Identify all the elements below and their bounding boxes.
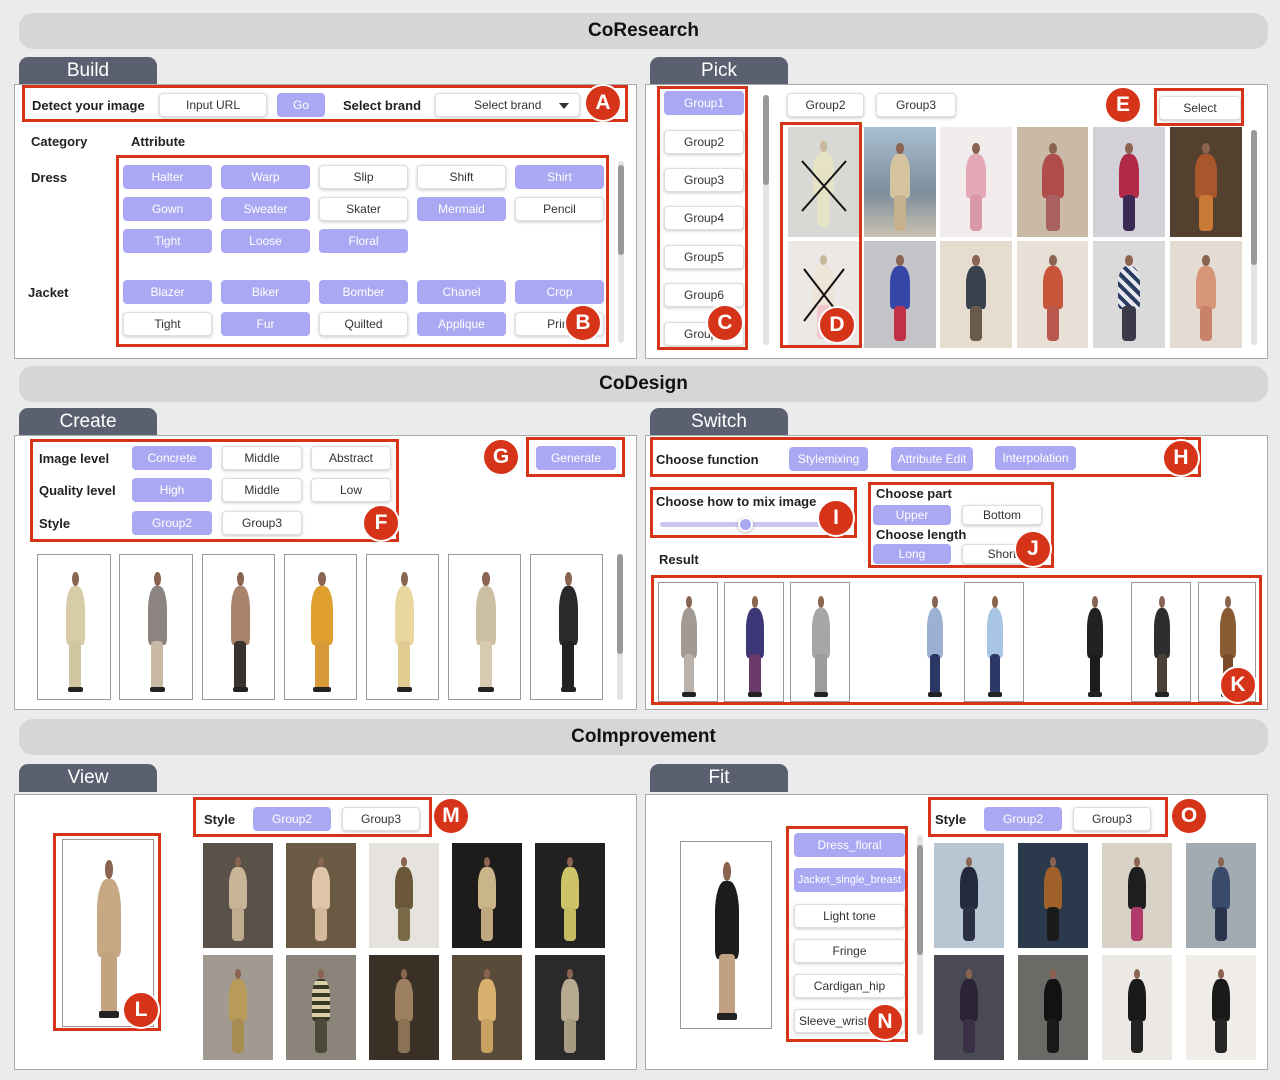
fit-result-6[interactable] (1018, 955, 1088, 1060)
annotation-box-h (650, 437, 1201, 477)
badge-n: N (866, 1003, 904, 1041)
pick-image-9[interactable] (940, 241, 1012, 348)
badge-b: B (564, 304, 602, 342)
generated-image-7[interactable] (530, 554, 603, 700)
generated-image-5[interactable] (366, 554, 439, 700)
view-result-3[interactable] (369, 843, 439, 948)
annotation-box-m (193, 797, 432, 837)
badge-a: A (584, 84, 622, 122)
view-result-7[interactable] (286, 955, 356, 1060)
badge-k: K (1219, 666, 1257, 704)
view-result-1[interactable] (203, 843, 273, 948)
coresearch-banner: CoResearch (19, 13, 1268, 49)
generated-scrollbar[interactable] (617, 554, 623, 700)
annotation-box-e (1154, 88, 1244, 126)
pick-top-group3[interactable]: Group3 (876, 93, 956, 117)
fit-result-1[interactable] (934, 843, 1004, 948)
fit-result-3[interactable] (1102, 843, 1172, 948)
badge-l: L (122, 991, 160, 1029)
dress-category-label: Dress (31, 170, 68, 185)
pick-image-6[interactable] (1170, 127, 1242, 237)
badge-e: E (1104, 86, 1142, 124)
view-result-9[interactable] (452, 955, 522, 1060)
pick-image-2[interactable] (864, 127, 936, 237)
pick-image-10[interactable] (1017, 241, 1088, 348)
badge-o: O (1170, 797, 1208, 835)
generated-image-2[interactable] (119, 554, 193, 700)
pick-image-scrollbar[interactable] (1251, 130, 1257, 345)
codesign-banner: CoDesign (19, 366, 1268, 402)
tab-fit[interactable]: Fit (650, 764, 788, 792)
fit-result-7[interactable] (1102, 955, 1172, 1060)
badge-m: M (432, 797, 470, 835)
jacket-category-label: Jacket (28, 285, 69, 300)
badge-h: H (1162, 439, 1200, 477)
view-result-8[interactable] (369, 955, 439, 1060)
tab-view[interactable]: View (19, 764, 157, 792)
group-scrollbar[interactable] (763, 95, 769, 345)
fit-tag-scrollbar[interactable] (917, 835, 923, 1035)
tab-create[interactable]: Create (19, 408, 157, 436)
pick-image-11[interactable] (1093, 241, 1165, 348)
generated-image-6[interactable] (448, 554, 521, 700)
result-label: Result (659, 552, 699, 567)
view-result-10[interactable] (535, 955, 605, 1060)
pick-image-8[interactable] (864, 241, 936, 348)
pick-image-5[interactable] (1093, 127, 1165, 237)
tab-pick[interactable]: Pick (650, 57, 788, 85)
generated-image-1[interactable] (37, 554, 111, 700)
badge-c: C (706, 304, 744, 342)
attribute-scrollbar[interactable] (618, 161, 624, 343)
view-result-5[interactable] (535, 843, 605, 948)
pick-image-12[interactable] (1170, 241, 1242, 348)
annotation-box-f (30, 439, 399, 542)
attribute-header: Attribute (131, 134, 186, 149)
badge-j: J (1014, 530, 1052, 568)
pick-image-3[interactable] (940, 127, 1012, 237)
fit-result-4[interactable] (1186, 843, 1256, 948)
annotation-box-g (526, 437, 625, 477)
view-result-4[interactable] (452, 843, 522, 948)
pick-image-4[interactable] (1017, 127, 1088, 237)
tab-switch[interactable]: Switch (650, 408, 788, 436)
fit-result-8[interactable] (1186, 955, 1256, 1060)
tab-build[interactable]: Build (19, 57, 157, 85)
fit-result-5[interactable] (934, 955, 1004, 1060)
badge-d: D (818, 306, 856, 344)
fit-query-image[interactable] (680, 841, 772, 1029)
pick-top-group2[interactable]: Group2 (787, 93, 864, 117)
generated-image-3[interactable] (202, 554, 275, 700)
badge-f: F (362, 504, 400, 542)
generated-image-4[interactable] (284, 554, 357, 700)
badge-i: I (817, 499, 855, 537)
coimprovement-banner: CoImprovement (19, 719, 1268, 755)
view-result-6[interactable] (203, 955, 273, 1060)
view-result-2[interactable] (286, 843, 356, 948)
category-header: Category (31, 134, 88, 149)
badge-g: G (482, 438, 520, 476)
annotation-box-b (116, 155, 609, 347)
annotation-box-a (22, 85, 628, 122)
annotation-box-k (651, 575, 1262, 705)
fit-result-2[interactable] (1018, 843, 1088, 948)
annotation-box-o (928, 797, 1168, 837)
